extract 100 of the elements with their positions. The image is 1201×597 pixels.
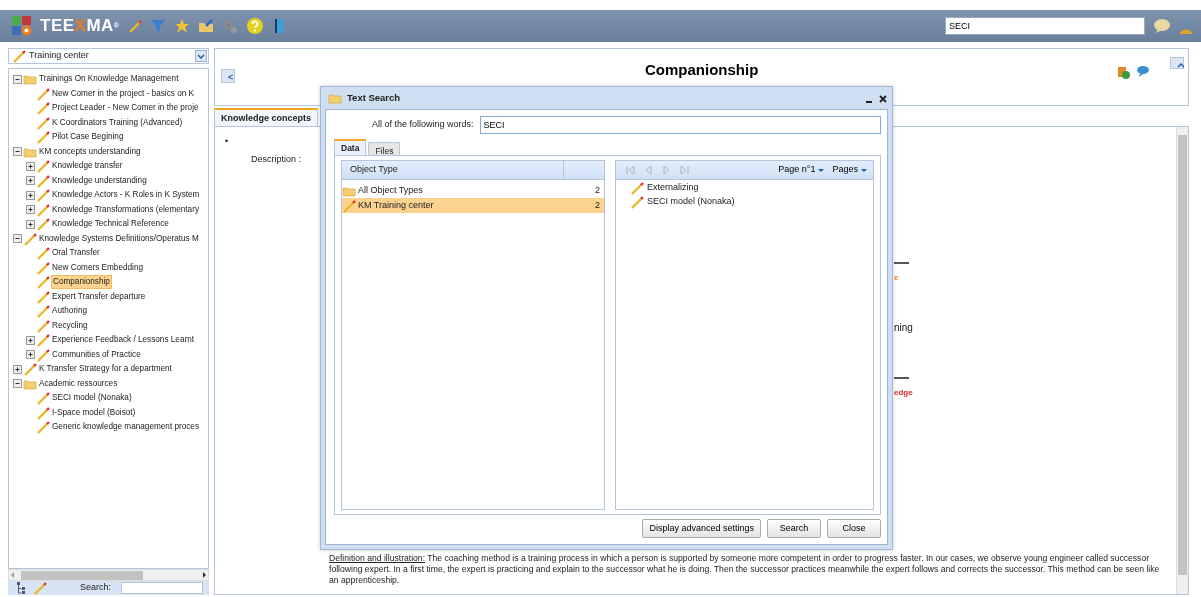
tree-item[interactable]: Companionship (51, 275, 112, 290)
collapse-button[interactable] (1170, 57, 1184, 69)
star-icon[interactable] (173, 18, 190, 34)
tab[interactable]: Data (334, 139, 367, 155)
pencil-icon (23, 231, 37, 246)
tree-item[interactable]: SECI model (Nonaka) (51, 392, 133, 405)
text-fragment: edge (894, 387, 913, 399)
scroll-left-icon[interactable] (9, 571, 17, 579)
expand-icon[interactable] (26, 205, 35, 215)
chat-icon[interactable] (1153, 17, 1171, 35)
tree-item[interactable]: Experience Feedback / Lessons Learnt (51, 334, 195, 347)
grid-row[interactable]: KM Training center 2 (342, 198, 604, 213)
field-label: All of the following words: (372, 118, 474, 132)
row-count: 2 (595, 198, 600, 212)
search-field[interactable]: SECI (945, 17, 1145, 35)
caret-icon (861, 168, 867, 172)
page-dropdown[interactable]: Pages (832, 163, 867, 177)
pencil-icon[interactable] (33, 581, 47, 595)
chevron-up-icon (1177, 62, 1185, 70)
grid-row[interactable]: All Object Types 2 (342, 183, 604, 198)
dialog-button[interactable]: Search (767, 518, 821, 538)
pencil-icon (36, 304, 50, 319)
tree-item[interactable]: New Comers Embedding (51, 261, 144, 274)
text-fragment: e (894, 272, 899, 284)
tree-item[interactable]: Generic knowledge management proces (51, 421, 200, 434)
expand-icon[interactable] (26, 190, 35, 200)
pencil-icon (36, 333, 50, 348)
dialog-title: Text Search (347, 90, 401, 105)
back-button[interactable]: < (221, 69, 235, 83)
logo-text: TEEXMA$^{®}$ (40, 15, 120, 38)
expand-icon[interactable] (26, 350, 35, 360)
expand-icon[interactable] (26, 176, 35, 186)
tab[interactable]: Knowledge concepts (214, 108, 318, 126)
expand-icon[interactable] (26, 161, 35, 171)
tree-item[interactable]: Recycling (51, 319, 89, 332)
tree-item[interactable]: K Transfer Strategy for a department (38, 363, 173, 376)
pencil-icon (342, 198, 356, 213)
vertical-scrollbar[interactable] (1176, 127, 1188, 594)
folder-arrow-icon[interactable] (197, 18, 214, 34)
pencil-icon (36, 391, 50, 406)
tree-item[interactable]: Authoring (51, 305, 89, 318)
field-label: Description : (251, 152, 302, 166)
horizontal-scrollbar[interactable] (8, 569, 209, 581)
tree-item[interactable]: Knowledge Actors - K Roles in K System (51, 189, 201, 202)
comment-icon[interactable] (1136, 65, 1150, 78)
bullet: • (225, 135, 229, 148)
pencil-icon (630, 181, 644, 195)
result-item[interactable]: SECI model (Nonaka) (647, 195, 735, 209)
search-field[interactable]: SECI (479, 116, 881, 134)
tree-item[interactable]: Trainings On Knowledge Management (38, 73, 180, 86)
type-selector[interactable]: Training center (8, 48, 209, 64)
pencil-icon (36, 202, 50, 217)
pencil-icon (36, 289, 50, 304)
help-icon[interactable] (245, 17, 264, 35)
tree-item[interactable]: Knowledge Technical Reference (51, 218, 170, 231)
tree-item[interactable]: KM concepts understanding (38, 145, 142, 158)
search-label: Search: (79, 581, 111, 595)
dialog-button[interactable]: Close (827, 518, 881, 538)
row-label: KM Training center (358, 198, 434, 212)
collapse-icon[interactable] (13, 379, 22, 389)
pencil-icon (36, 217, 50, 232)
dialog-button[interactable]: Display advanced settings (642, 518, 761, 538)
definition-paragraph: Definition and illustration: The coaching method is a training process in which a person is supported by someone more competent in order to progress faster. In our cases, we observe young engineer called successor following expert. In a first time, the expert is practicing and explain to the successor what he is doing. Then the successor practices meanwhile the expert follows and corrects the successor. This method can be seen like an apprenticeship. (329, 553, 1161, 586)
expand-icon[interactable] (26, 219, 35, 229)
clipboard-icon[interactable] (1117, 65, 1130, 79)
collapse-icon[interactable] (13, 234, 22, 244)
close-button[interactable] (878, 92, 888, 104)
tree-item[interactable]: Knowledge Transformations (elementary (51, 203, 200, 216)
tree-item[interactable]: Academic ressources (38, 377, 119, 390)
collapse-icon[interactable] (13, 74, 22, 84)
tab[interactable]: Files (368, 142, 401, 155)
logo-icon[interactable] (12, 16, 32, 36)
tree-item[interactable]: Pilot Case Begining (51, 131, 125, 144)
close-icon (879, 95, 887, 104)
pencil-icon (36, 173, 50, 188)
tree-item[interactable]: Project Leader - New Comer in the proje (51, 102, 200, 115)
page-title: Companionship (645, 60, 759, 80)
search-field[interactable] (121, 582, 203, 594)
text-fragment: ning (894, 321, 913, 335)
expand-icon[interactable] (13, 364, 22, 374)
pencil-icon (36, 420, 50, 435)
pencil-icon (36, 130, 50, 145)
tree-item[interactable]: Expert Transfer departure (51, 290, 147, 303)
tree-item[interactable]: Communities of Practice (51, 348, 142, 361)
scroll-right-icon[interactable] (200, 571, 208, 579)
tree-item[interactable]: Knowledge Systems Definitions/Operatus M (38, 232, 200, 245)
expand-icon[interactable] (26, 335, 35, 345)
tree-item[interactable]: Knowledge understanding (51, 174, 148, 187)
tree-item[interactable]: K Coordinators Training (Advanced) (51, 116, 184, 129)
tree-item[interactable]: New Comer in the project - basics on K (51, 87, 195, 100)
tree-item[interactable]: I-Space model (Boisot) (51, 406, 137, 419)
page-dropdown[interactable]: Page n°1 (778, 163, 825, 177)
dropdown-icon[interactable] (197, 52, 205, 60)
tree-item[interactable]: Knowledge transfer (51, 160, 124, 173)
tree-icon[interactable] (16, 581, 27, 595)
collapse-icon[interactable] (13, 147, 22, 157)
tree-item[interactable]: Oral Transfer (51, 247, 101, 260)
pencil-icon[interactable] (127, 19, 142, 33)
result-item[interactable]: Externalizing (647, 181, 699, 195)
caret-icon (818, 168, 825, 172)
